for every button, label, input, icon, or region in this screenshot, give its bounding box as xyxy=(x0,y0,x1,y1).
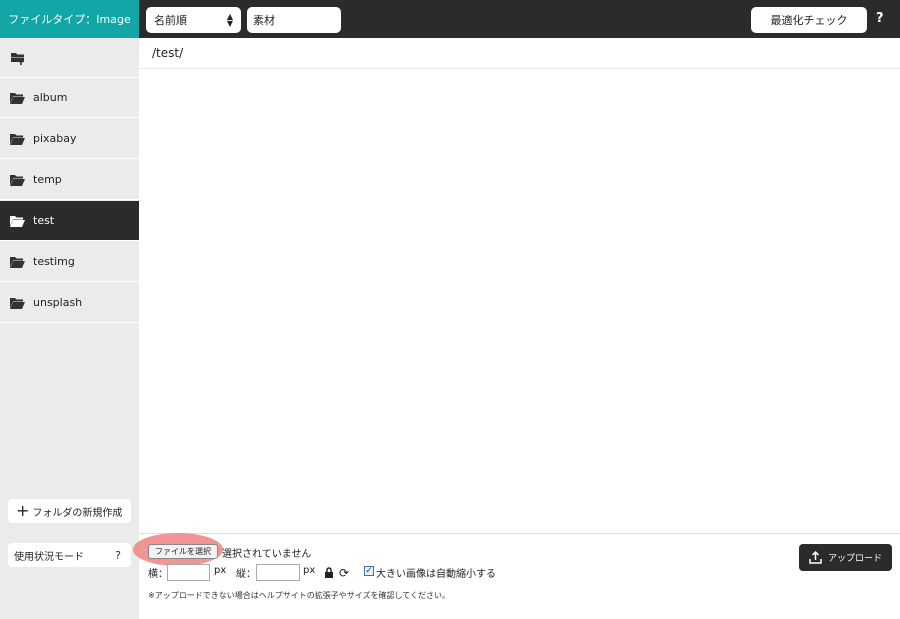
choose-file-button[interactable]: ファイルを選択 xyxy=(148,544,218,559)
width-label: 横： xyxy=(148,569,168,580)
sidebar-folder-label: unsplash xyxy=(33,296,83,309)
divider xyxy=(139,533,900,534)
sidebar-folder-unsplash[interactable]: unsplash xyxy=(0,283,139,323)
usage-mode-button[interactable]: 使用状況モード ? xyxy=(8,543,131,567)
sidebar-folder-testimg[interactable]: testimg xyxy=(0,242,139,282)
help-icon[interactable]: ? xyxy=(876,11,884,26)
divider xyxy=(139,68,900,69)
folder-open-icon xyxy=(10,174,26,186)
folder-open-icon xyxy=(10,215,26,227)
sidebar-folder-label: testimg xyxy=(33,255,75,268)
sidebar-folder-label: pixabay xyxy=(33,132,77,145)
upload-icon xyxy=(809,551,822,564)
parent-folder-button[interactable] xyxy=(0,38,139,78)
filetype-label[interactable]: ファイルタイプ：Image xyxy=(0,0,139,38)
width-input[interactable] xyxy=(167,564,210,581)
height-label: 縦： xyxy=(236,569,256,580)
sidebar: album pixabay temp test testimg unsplash… xyxy=(0,38,139,619)
folder-open-icon xyxy=(10,256,26,268)
sidebar-folder-label: album xyxy=(33,91,68,104)
current-path: /test/ xyxy=(152,46,184,60)
usage-mode-label: 使用状況モード xyxy=(14,551,84,563)
sort-select[interactable]: 名前順 ▲ ▼ xyxy=(146,7,241,33)
sidebar-folder-pixabay[interactable]: pixabay xyxy=(0,119,139,159)
auto-shrink-label: 大きい画像は自動縮小する xyxy=(376,569,496,580)
px-label: px xyxy=(303,565,316,576)
plus-icon: + xyxy=(16,501,30,520)
upload-note: ※アップロードできない場合はヘルプサイトの拡張子やサイズを確認してください。 xyxy=(148,591,450,600)
sidebar-folder-label: temp xyxy=(33,173,62,186)
lock-icon[interactable] xyxy=(324,567,334,581)
sidebar-folder-album[interactable]: album xyxy=(0,78,139,118)
optimize-check-button[interactable]: 最適化チェック xyxy=(751,7,867,33)
upload-button[interactable]: アップロード xyxy=(799,544,892,571)
refresh-icon[interactable]: ⟳ xyxy=(339,566,349,580)
help-icon[interactable]: ? xyxy=(115,549,121,562)
px-label: px xyxy=(214,565,227,576)
sidebar-folder-label: test xyxy=(33,214,55,227)
sort-select-value: 名前順 xyxy=(154,14,187,27)
search-input[interactable] xyxy=(247,7,341,33)
select-arrows-icon: ▲ ▼ xyxy=(226,12,233,28)
folder-open-icon xyxy=(10,133,26,145)
folder-open-icon xyxy=(10,92,26,104)
sidebar-folder-temp[interactable]: temp xyxy=(0,160,139,200)
folder-open-icon xyxy=(10,297,26,309)
folder-up-icon xyxy=(11,52,24,65)
sidebar-folder-test[interactable]: test xyxy=(0,201,139,241)
upload-button-label: アップロード xyxy=(827,554,882,564)
auto-shrink-checkbox[interactable]: ✓ xyxy=(364,566,374,576)
new-folder-button[interactable]: + フォルダの新規作成 xyxy=(8,499,131,523)
new-folder-label: フォルダの新規作成 xyxy=(32,507,123,519)
top-bar: ファイルタイプ：Image 名前順 ▲▼ 最適化チェック ? xyxy=(0,0,900,38)
no-file-text: 選択されていません xyxy=(222,549,312,560)
height-input[interactable] xyxy=(256,564,300,581)
